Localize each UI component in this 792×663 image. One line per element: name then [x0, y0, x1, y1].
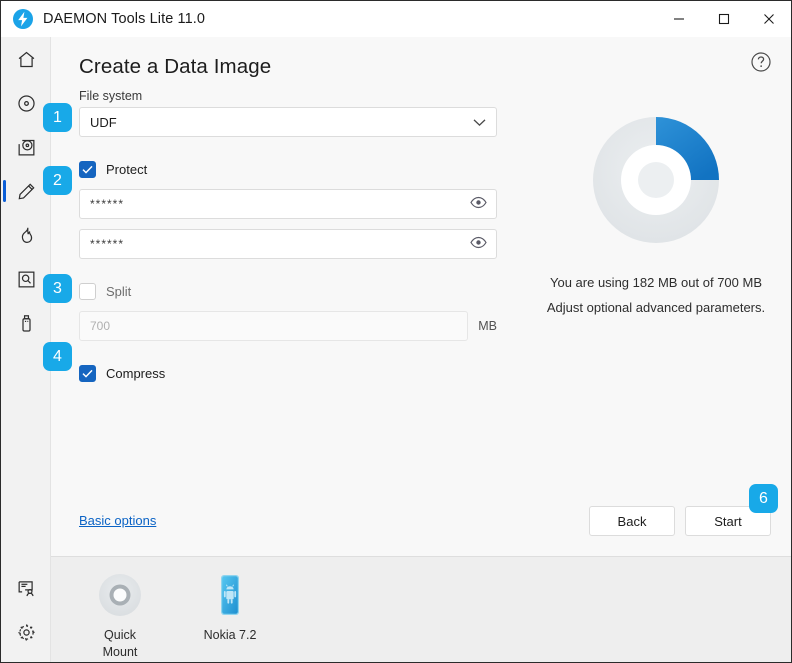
dock-item-label: Quick Mount [79, 627, 161, 661]
window-controls [656, 1, 791, 37]
main-content: Create a Data Image File system UDF Prot… [43, 37, 791, 556]
dock-item-label-line1: Quick [104, 628, 136, 642]
feedback-account-icon [16, 578, 37, 599]
usage-panel: You are using 182 MB out of 700 MB Adjus… [521, 77, 791, 315]
sidebar-item-feedback[interactable] [1, 566, 51, 610]
page-title: Create a Data Image [79, 55, 272, 78]
dock-item-label-line1: Nokia 7.2 [203, 628, 257, 642]
sidebar-item-settings[interactable] [1, 610, 51, 654]
chevron-down-icon [473, 115, 486, 130]
home-icon [16, 49, 37, 70]
android-phone-icon [189, 569, 271, 621]
action-buttons: Back Start [589, 506, 771, 536]
gear-icon [16, 622, 37, 643]
eye-icon[interactable] [470, 196, 487, 212]
compress-label: Compress [106, 365, 166, 381]
badge-6: 6 [749, 484, 778, 513]
sidebar-item-burn[interactable] [1, 213, 51, 257]
sidebar-item-home[interactable] [1, 37, 51, 81]
protect-checkbox-row[interactable]: Protect [79, 159, 497, 179]
password-confirm-value: ****** [90, 237, 125, 251]
badge-1: 1 [43, 103, 72, 132]
dock-item-nokia[interactable]: Nokia 7.2 [189, 569, 271, 644]
disc-in-drive-icon [16, 137, 37, 158]
image-search-icon [16, 269, 37, 290]
disc-donut-icon [79, 569, 161, 621]
compress-checkbox-row[interactable]: Compress [79, 363, 497, 383]
sidebar-bottom-group [1, 566, 51, 654]
usage-text: You are using 182 MB out of 700 MB [550, 275, 762, 290]
title-bar: DAEMON Tools Lite 11.0 [1, 1, 791, 37]
badge-4: 4 [43, 342, 72, 371]
split-size-placeholder: 700 [90, 319, 111, 333]
help-circle-icon[interactable] [749, 50, 773, 74]
pencil-icon [16, 181, 37, 202]
password-field[interactable]: ****** [79, 189, 497, 219]
compress-checkbox[interactable] [79, 364, 96, 382]
split-size-input[interactable]: 700 [79, 311, 469, 341]
maximize-button[interactable] [701, 1, 746, 37]
image-options-form: File system UDF Protect ****** ****** Sp… [79, 89, 497, 383]
usb-icon [16, 313, 37, 334]
split-checkbox[interactable] [79, 282, 96, 300]
window-title: DAEMON Tools Lite 11.0 [43, 11, 206, 27]
split-unit-label: MB [478, 319, 497, 333]
close-button[interactable] [746, 1, 791, 37]
file-system-select[interactable]: UDF [79, 107, 497, 137]
flame-icon [16, 225, 37, 246]
split-group: Split 700 MB [79, 281, 497, 341]
split-label: Split [106, 283, 132, 299]
badge-2: 2 [43, 166, 72, 195]
password-confirm-field[interactable]: ****** [79, 229, 497, 259]
badge-3: 3 [43, 274, 72, 303]
dock-item-quick-mount[interactable]: Quick Mount [79, 569, 161, 661]
password-value: ****** [90, 197, 125, 211]
sidebar-item-virtual-drive[interactable] [1, 125, 51, 169]
device-dock: Quick Mount Nokia 7.2 [51, 556, 791, 662]
daemon-tools-logo-icon [12, 8, 34, 30]
back-button[interactable]: Back [589, 506, 675, 536]
usage-donut-chart [581, 105, 731, 255]
eye-icon[interactable] [470, 236, 487, 252]
file-system-label: File system [79, 89, 143, 103]
protect-label: Protect [106, 161, 148, 177]
compress-group: Compress [79, 363, 497, 383]
protect-group: Protect ****** ****** [79, 159, 497, 259]
dock-item-label: Nokia 7.2 [189, 627, 271, 644]
app-window: DAEMON Tools Lite 11.0 Create a Data Ima… [0, 0, 792, 663]
basic-options-link[interactable]: Basic options [79, 513, 156, 528]
split-checkbox-row[interactable]: Split [79, 281, 497, 301]
file-system-group: File system UDF [79, 89, 497, 137]
minimize-button[interactable] [656, 1, 701, 37]
disc-icon [16, 93, 37, 114]
dock-item-label-line2: Mount [102, 645, 138, 659]
advanced-hint-text: Adjust optional advanced parameters. [546, 300, 766, 315]
file-system-value: UDF [90, 114, 117, 130]
sidebar-item-usb-boot[interactable] [1, 301, 51, 345]
protect-checkbox[interactable] [79, 160, 96, 178]
